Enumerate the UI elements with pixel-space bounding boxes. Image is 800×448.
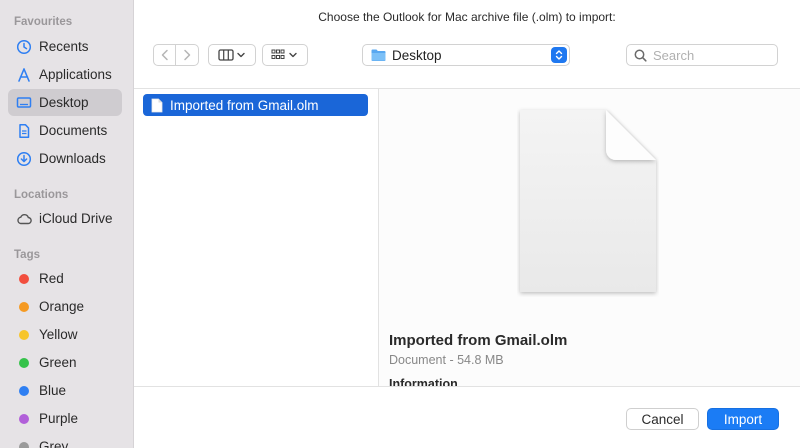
location-label: Desktop: [392, 47, 442, 63]
tag-label: Green: [39, 355, 77, 370]
tag-label: Orange: [39, 299, 85, 314]
desktop-icon: [16, 95, 32, 111]
preview-filename: Imported from Gmail.olm: [389, 332, 568, 349]
red-tag-dot: [19, 273, 29, 284]
file-list: Imported from Gmail.olm: [134, 88, 379, 386]
sidebar-item-icloud-drive[interactable]: iCloud Drive: [8, 205, 122, 232]
tag-purple[interactable]: Purple: [8, 405, 122, 432]
chevron-left-icon: [161, 49, 168, 61]
file-name: Imported from Gmail.olm: [170, 97, 319, 113]
search-field[interactable]: [626, 44, 778, 66]
file-icon: [151, 98, 163, 112]
tag-label: Blue: [39, 383, 67, 398]
dialog-title: Choose the Outlook for Mac archive file …: [318, 10, 616, 24]
folder-icon: [371, 49, 386, 61]
grid-icon: [271, 49, 297, 59]
sidebar-item-desktop[interactable]: Desktop: [8, 89, 122, 116]
document-icon: [16, 123, 32, 139]
tag-red[interactable]: Red: [8, 265, 122, 292]
orange-tag-dot: [19, 301, 29, 312]
columns-view-icon: [218, 49, 245, 61]
tag-orange[interactable]: Orange: [8, 293, 122, 320]
tag-label: Purple: [39, 411, 79, 426]
file-row[interactable]: Imported from Gmail.olm: [143, 94, 368, 116]
forward-button[interactable]: [176, 44, 199, 66]
blue-tag-dot: [19, 385, 29, 396]
tag-label: Red: [39, 271, 64, 286]
stepper-icon: [551, 47, 567, 63]
cancel-button[interactable]: Cancel: [626, 408, 699, 430]
preview-pane: Imported from Gmail.olm Document - 54.8 …: [379, 88, 800, 386]
tag-grey[interactable]: Grey: [8, 433, 122, 448]
tag-label: Grey: [39, 439, 69, 448]
tag-blue[interactable]: Blue: [8, 377, 122, 404]
sidebar-item-label: Recents: [39, 39, 89, 54]
information-header: Information: [389, 377, 458, 386]
locations-header: Locations: [14, 189, 69, 201]
applications-icon: [16, 67, 32, 83]
view-mode-button[interactable]: [208, 44, 256, 66]
document-preview-icon: [520, 110, 656, 292]
cloud-icon: [16, 211, 32, 227]
import-button[interactable]: Import: [707, 408, 779, 430]
nav-buttons: [153, 44, 199, 66]
preview-meta: Document - 54.8 MB: [389, 353, 504, 367]
group-button[interactable]: [262, 44, 308, 66]
sidebar-item-label: Desktop: [39, 95, 89, 110]
sidebar-item-label: Documents: [39, 123, 108, 138]
sidebar-item-recents[interactable]: Recents: [8, 33, 122, 60]
tags-header: Tags: [14, 249, 40, 261]
sidebar-item-label: Applications: [39, 67, 112, 82]
yellow-tag-dot: [19, 329, 29, 340]
search-input[interactable]: [653, 47, 773, 63]
tag-green[interactable]: Green: [8, 349, 122, 376]
download-icon: [16, 151, 32, 167]
bottom-bar: Cancel Import: [134, 386, 800, 448]
back-button[interactable]: [153, 44, 176, 66]
favourites-header: Favourites: [14, 16, 73, 28]
sidebar-item-documents[interactable]: Documents: [8, 117, 122, 144]
search-icon: [634, 49, 647, 62]
sidebar-item-applications[interactable]: Applications: [8, 61, 122, 88]
grey-tag-dot: [19, 441, 29, 448]
clock-icon: [16, 39, 32, 55]
sidebar: Favourites Recents Applications Desktop …: [0, 0, 134, 448]
sidebar-item-label: Downloads: [39, 151, 106, 166]
tag-label: Yellow: [39, 327, 78, 342]
tag-yellow[interactable]: Yellow: [8, 321, 122, 348]
location-popup[interactable]: Desktop: [362, 44, 570, 66]
chevron-right-icon: [184, 49, 191, 61]
sidebar-item-label: iCloud Drive: [39, 211, 113, 226]
purple-tag-dot: [19, 413, 29, 424]
sidebar-item-downloads[interactable]: Downloads: [8, 145, 122, 172]
green-tag-dot: [19, 357, 29, 368]
